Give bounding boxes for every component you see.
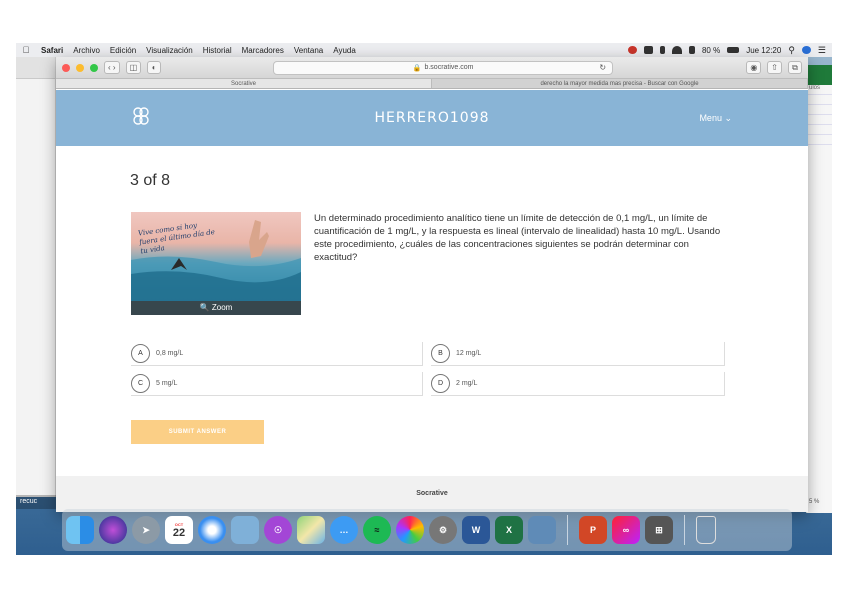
- menu-button[interactable]: Menu ⌄: [699, 113, 732, 124]
- tabs-overview-button[interactable]: ⧉: [788, 61, 802, 74]
- spotlight-icon[interactable]: ⚲: [788, 45, 795, 56]
- messages-icon[interactable]: …: [330, 516, 358, 544]
- creative-cloud-icon[interactable]: ∞: [612, 516, 640, 544]
- siri-icon[interactable]: [99, 516, 127, 544]
- background-window-right-label: ulos: [807, 85, 832, 95]
- safari-icon[interactable]: [198, 516, 226, 544]
- menu-edicion[interactable]: Edición: [105, 46, 141, 55]
- room-name: HERRERO1098: [374, 110, 490, 126]
- background-window-left[interactable]: [16, 57, 56, 497]
- spotify-icon[interactable]: ≈: [363, 516, 391, 544]
- question-text: Un determinado procedimiento analítico t…: [314, 213, 721, 263]
- photos-icon[interactable]: [396, 516, 424, 544]
- answer-option-a[interactable]: A 0,8 mg/L: [131, 342, 423, 366]
- launchpad-icon[interactable]: ➤: [132, 516, 160, 544]
- volume-icon[interactable]: [688, 46, 695, 54]
- notification-center-icon[interactable]: ☰: [818, 45, 826, 56]
- preview-icon[interactable]: [231, 516, 259, 544]
- tab-socrative[interactable]: Socrative: [56, 79, 432, 88]
- finder-icon[interactable]: [66, 516, 94, 544]
- reload-icon[interactable]: ↻: [599, 63, 606, 72]
- close-window-icon[interactable]: [62, 63, 70, 72]
- option-text: 0,8 mg/L: [156, 350, 184, 357]
- image-capture-icon[interactable]: [528, 516, 556, 544]
- option-letter: A: [131, 344, 150, 363]
- word-icon[interactable]: W: [462, 516, 490, 544]
- menu-clock[interactable]: Jue 12:20: [746, 46, 781, 55]
- zoom-button[interactable]: 🔍 Zoom: [131, 301, 301, 315]
- address-url: b.socrative.com: [424, 64, 474, 71]
- wifi-icon[interactable]: [671, 46, 682, 54]
- question-image[interactable]: Vive como si hoy fuera el último día de …: [131, 212, 301, 315]
- lock-icon: 🔒: [412, 64, 422, 72]
- privacy-shield-button[interactable]: ◐: [147, 61, 162, 74]
- answer-option-b[interactable]: B 12 mg/L: [431, 342, 725, 366]
- desktop:  Safari Archivo Edición Visualización H…: [16, 43, 832, 555]
- maps-icon[interactable]: [297, 516, 325, 544]
- powerpoint-icon[interactable]: P: [579, 516, 607, 544]
- system-preferences-icon[interactable]: ⚙: [429, 516, 457, 544]
- calculator-icon[interactable]: ⊞: [645, 516, 673, 544]
- option-text: 12 mg/L: [456, 350, 482, 357]
- menu-visualizacion[interactable]: Visualización: [141, 46, 198, 55]
- zoom-percentage: 5 %: [809, 499, 820, 505]
- background-window-toolbar: [16, 57, 55, 79]
- submit-answer-button[interactable]: SUBMIT ANSWER: [131, 420, 264, 444]
- minimize-window-icon[interactable]: [76, 63, 84, 72]
- airplay-icon[interactable]: [643, 46, 653, 54]
- menu-ayuda[interactable]: Ayuda: [328, 46, 361, 55]
- answer-option-d[interactable]: D 2 mg/L: [431, 372, 725, 396]
- option-text: 2 mg/L: [456, 380, 478, 387]
- menu-archivo[interactable]: Archivo: [68, 46, 105, 55]
- tab-google-search[interactable]: derecho la mayor medida mas precisa - Bu…: [432, 79, 808, 88]
- option-letter: D: [431, 374, 450, 393]
- sheet-row: [807, 135, 832, 145]
- menu-bar:  Safari Archivo Edición Visualización H…: [16, 43, 832, 57]
- zoom-window-icon[interactable]: [90, 63, 98, 72]
- tab-bar: Socrative derecho la mayor medida mas pr…: [56, 79, 808, 89]
- excel-header: [807, 65, 832, 85]
- podcasts-icon[interactable]: ☉: [264, 516, 292, 544]
- excel-icon[interactable]: X: [495, 516, 523, 544]
- socrative-page: HERRERO1098 Menu ⌄ 3 of 8 Vive como si h…: [56, 90, 808, 512]
- question-content: 3 of 8 Vive como si hoy fuera el último …: [130, 146, 730, 476]
- trash-icon[interactable]: [696, 516, 716, 544]
- calendar-icon[interactable]: OCT 22: [165, 516, 193, 544]
- address-bar[interactable]: 🔒 b.socrative.com ↻: [273, 60, 614, 75]
- calendar-day: 22: [172, 526, 186, 539]
- option-text: 5 mg/L: [156, 380, 178, 387]
- menu-app-name[interactable]: Safari: [36, 46, 68, 55]
- sheet-row: [807, 115, 832, 125]
- siri-menu-icon[interactable]: [801, 46, 811, 54]
- extension-button[interactable]: ◉: [746, 61, 762, 74]
- apple-menu-icon[interactable]: : [16, 45, 36, 55]
- sidebar-toggle-button[interactable]: ◫: [125, 61, 142, 74]
- background-window-label: recuc: [16, 495, 56, 509]
- battery-status[interactable]: 80 %: [702, 46, 720, 55]
- menu-ventana[interactable]: Ventana: [289, 46, 328, 55]
- menu-historial[interactable]: Historial: [198, 46, 237, 55]
- dock-separator: [684, 515, 685, 545]
- app-header: HERRERO1098 Menu ⌄: [56, 90, 808, 146]
- background-window-right[interactable]: ulos 5 %: [806, 65, 832, 513]
- question-progress: 3 of 8: [130, 172, 171, 189]
- status-app-icon[interactable]: [627, 46, 637, 54]
- dock-separator: [567, 515, 568, 545]
- safari-toolbar: ‹ › ◫ ◐ 🔒 b.socrative.com ↻ ◉ ⇧ ⧉: [56, 57, 808, 79]
- back-forward-button[interactable]: ‹ ›: [104, 61, 120, 74]
- app-footer: Socrative: [56, 476, 808, 512]
- sheet-row: [807, 105, 832, 115]
- menu-marcadores[interactable]: Marcadores: [237, 46, 289, 55]
- safari-window: ‹ › ◫ ◐ 🔒 b.socrative.com ↻ ◉ ⇧ ⧉ Socrat…: [56, 57, 808, 512]
- sheet-row: [807, 95, 832, 105]
- option-letter: B: [431, 344, 450, 363]
- sheet-row: [807, 125, 832, 135]
- option-letter: C: [131, 374, 150, 393]
- battery-icon: [727, 47, 740, 53]
- bluetooth-icon[interactable]: [659, 46, 665, 54]
- answer-option-c[interactable]: C 5 mg/L: [131, 372, 423, 396]
- share-button[interactable]: ⇧: [767, 61, 782, 74]
- dock: ➤ OCT 22 ☉ … ≈ ⚙ W X P ∞ ⊞: [62, 509, 792, 551]
